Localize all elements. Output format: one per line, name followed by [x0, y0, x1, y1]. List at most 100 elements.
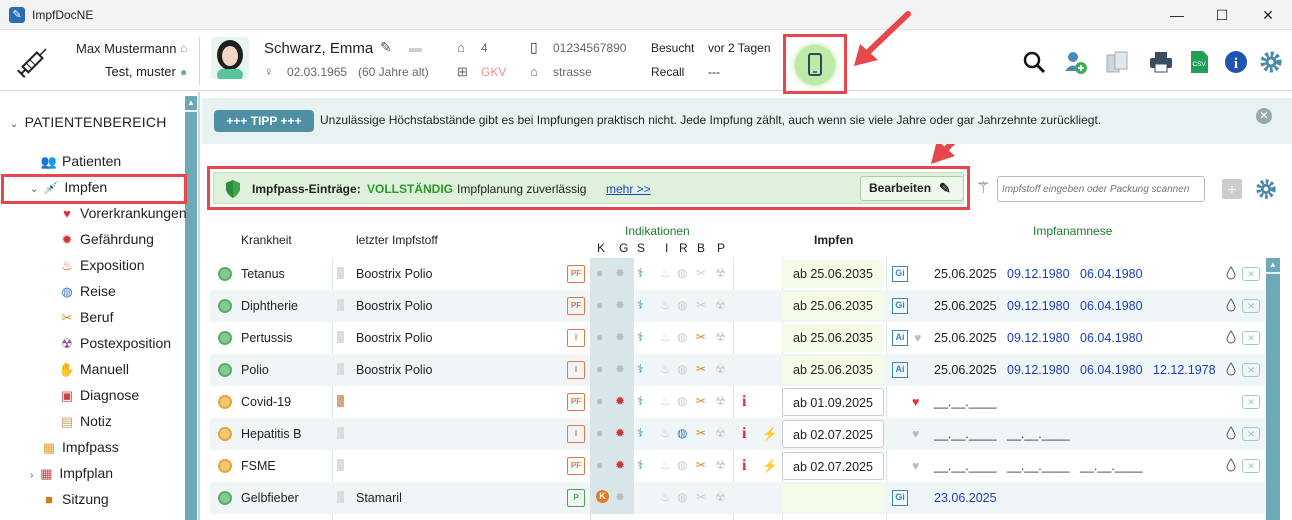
sidebar-item-exposition[interactable]: ♨ Exposition: [58, 254, 144, 276]
impfen-cell[interactable]: ab 25.06.2035: [782, 356, 884, 384]
anamnese-date[interactable]: 09.12.1980: [1007, 354, 1070, 386]
doc-type-icon[interactable]: PF: [567, 297, 585, 315]
add-patient-icon[interactable]: [1062, 49, 1088, 75]
doc-type-icon[interactable]: I: [567, 329, 585, 347]
table-row[interactable]: Pertussis Boostrix Polio I ● ✹ ⚕ ♨ ◍ ✂ ☢…: [210, 322, 1265, 354]
erase-icon[interactable]: ✕: [1242, 267, 1260, 281]
print-icon[interactable]: [1148, 49, 1174, 75]
close-button[interactable]: ✕: [1258, 5, 1278, 25]
runner-icon[interactable]: ⚡: [762, 418, 778, 450]
anamnese-date-empty[interactable]: __.__.____: [1080, 450, 1143, 482]
drop-icon[interactable]: [1226, 458, 1236, 472]
anamnese-date[interactable]: 09.12.1980: [1007, 290, 1070, 322]
heart-pulse-icon[interactable]: ♥: [912, 386, 919, 418]
search-icon[interactable]: [1021, 49, 1047, 75]
duplicate-icon[interactable]: [1104, 49, 1130, 75]
anamnese-date[interactable]: 06.04.1980: [1080, 322, 1143, 354]
minimize-button[interactable]: —: [1167, 5, 1187, 25]
doc-type-icon[interactable]: I: [567, 425, 585, 443]
edit-impfpass-button[interactable]: Bearbeiten ✎: [860, 176, 964, 201]
mobile-phone-button[interactable]: [783, 34, 847, 94]
doc-type-icon[interactable]: I: [567, 361, 585, 379]
erase-icon[interactable]: ✕: [1242, 459, 1260, 473]
heart-outline-icon[interactable]: ♥: [914, 322, 921, 354]
table-row[interactable]: Polio Boostrix Polio I ● ✹ ⚕ ♨ ◍ ✂ ☢ ab …: [210, 354, 1265, 386]
anamnese-date-empty[interactable]: __.__.____: [934, 418, 997, 450]
doc-type-icon[interactable]: PF: [567, 457, 585, 475]
erase-icon[interactable]: ✕: [1242, 427, 1260, 441]
anamnese-date[interactable]: 25.06.2025: [934, 290, 997, 322]
edit-patient-icon[interactable]: ✎: [380, 39, 392, 56]
info-icon[interactable]: i: [1223, 49, 1249, 75]
sidebar-item-beruf[interactable]: ✂ Beruf: [58, 306, 114, 328]
table-settings-icon[interactable]: [1254, 177, 1278, 201]
heart-outline-icon[interactable]: ♥: [912, 450, 919, 482]
runner-icon[interactable]: ⚡: [762, 450, 778, 482]
sidebar-item-sitzung[interactable]: ■ Sitzung: [40, 488, 109, 510]
anamnese-date[interactable]: 23.06.2025: [934, 482, 997, 514]
anamnese-date[interactable]: 09.12.1980: [1007, 322, 1070, 354]
sidebar-item-impfplan[interactable]: › ▦ Impfplan: [30, 462, 113, 484]
csv-export-icon[interactable]: CSV: [1186, 49, 1212, 75]
table-row[interactable]: Hepatitis B I ● ✹ ⚕ ♨ ◍ ✂ ☢ i ⚡ ab 02.07…: [210, 418, 1265, 450]
anamnese-date-empty[interactable]: __.__.____: [934, 450, 997, 482]
erase-icon[interactable]: ✕: [1242, 331, 1260, 345]
heart-outline-icon[interactable]: ♥: [912, 418, 919, 450]
drop-icon[interactable]: [1226, 330, 1236, 344]
sidebar-section-patientenbereich[interactable]: ⌄ PATIENTENBEREICH: [10, 114, 167, 130]
sidebar-item-manuell[interactable]: ✋ Manuell: [58, 358, 129, 380]
sidebar-item-gefaehrdung[interactable]: ✹ Gefährdung: [58, 228, 154, 250]
maximize-button[interactable]: ☐: [1212, 5, 1232, 25]
impfen-cell[interactable]: ab 25.06.2035: [782, 260, 884, 288]
table-scroll-thumb[interactable]: [1266, 274, 1280, 520]
sidebar-item-notiz[interactable]: ▤ Notiz: [58, 410, 112, 432]
add-vaccine-button[interactable]: +: [1222, 179, 1242, 199]
anamnese-date[interactable]: 25.06.2025: [934, 258, 997, 290]
drop-icon[interactable]: [1226, 266, 1236, 280]
more-link[interactable]: mehr >>: [606, 182, 651, 196]
doc-type-icon[interactable]: PF: [567, 393, 585, 411]
impfen-cell[interactable]: [782, 484, 884, 512]
info-i-icon[interactable]: i: [742, 418, 746, 450]
magic-wand-icon[interactable]: ⚚: [976, 178, 990, 198]
anamnese-date-empty[interactable]: __.__.____: [934, 386, 997, 418]
tip-close-icon[interactable]: ✕: [1256, 108, 1272, 124]
impfen-input[interactable]: ab 02.07.2025: [782, 452, 884, 480]
sidebar-item-impfpass[interactable]: ▦ Impfpass: [40, 436, 119, 458]
erase-icon[interactable]: ✕: [1242, 395, 1260, 409]
sidebar-item-vorerkrankungen[interactable]: ♥ Vorerkrankungen: [58, 202, 187, 224]
anamnese-date[interactable]: 06.04.1980: [1080, 354, 1143, 386]
drop-icon[interactable]: [1226, 298, 1236, 312]
table-row[interactable]: Tetanus Boostrix Polio PF ● ✹ ⚕ ♨ ◍ ✂ ☢ …: [210, 258, 1265, 290]
drop-icon[interactable]: [1226, 362, 1236, 376]
settings-gear-icon[interactable]: [1258, 49, 1284, 75]
sidebar-item-postexposition[interactable]: ☢ Postexposition: [58, 332, 171, 354]
info-i-icon[interactable]: i: [742, 450, 746, 482]
sidebar-scroll-up[interactable]: ▲: [185, 96, 197, 110]
anamnese-date[interactable]: 09.12.1980: [1007, 258, 1070, 290]
anamnese-date[interactable]: 12.12.1978: [1153, 354, 1216, 386]
erase-icon[interactable]: ✕: [1242, 363, 1260, 377]
erase-icon[interactable]: ✕: [1242, 299, 1260, 313]
impfen-input[interactable]: ab 02.07.2025: [782, 420, 884, 448]
sidebar-item-reise[interactable]: ◍ Reise: [58, 280, 115, 302]
table-row[interactable]: Covid-19 PF ● ✹ ⚕ ♨ ◍ ✂ ☢ i ab 01.09.202…: [210, 386, 1265, 418]
table-scroll-up[interactable]: ▲: [1266, 258, 1280, 272]
doc-type-icon[interactable]: PF: [567, 265, 585, 283]
doc-type-icon[interactable]: P: [567, 489, 585, 507]
vaccine-search-input[interactable]: [997, 176, 1205, 202]
table-row[interactable]: Diphtherie Boostrix Polio PF ● ✹ ⚕ ♨ ◍ ✂…: [210, 290, 1265, 322]
info-i-icon[interactable]: i: [742, 386, 746, 418]
impfen-cell[interactable]: ab 25.06.2035: [782, 324, 884, 352]
table-row[interactable]: Gelbfieber Stamaril P K ✹ ♨ ◍ ✂ ☢ Gi 23.…: [210, 482, 1265, 514]
anamnese-date-empty[interactable]: __.__.____: [1007, 418, 1070, 450]
impfen-cell[interactable]: ab 25.06.2035: [782, 292, 884, 320]
anamnese-date[interactable]: 25.06.2025: [934, 322, 997, 354]
table-row[interactable]: FSME PF ● ✹ ⚕ ♨ ◍ ✂ ☢ i ⚡ ab 02.07.2025 …: [210, 450, 1265, 482]
sidebar-item-diagnose[interactable]: ▣ Diagnose: [58, 384, 139, 406]
anamnese-date[interactable]: 25.06.2025: [934, 354, 997, 386]
drop-icon[interactable]: [1226, 426, 1236, 440]
anamnese-date[interactable]: 06.04.1980: [1080, 258, 1143, 290]
impfen-input[interactable]: ab 01.09.2025: [782, 388, 884, 416]
anamnese-date[interactable]: 06.04.1980: [1080, 290, 1143, 322]
